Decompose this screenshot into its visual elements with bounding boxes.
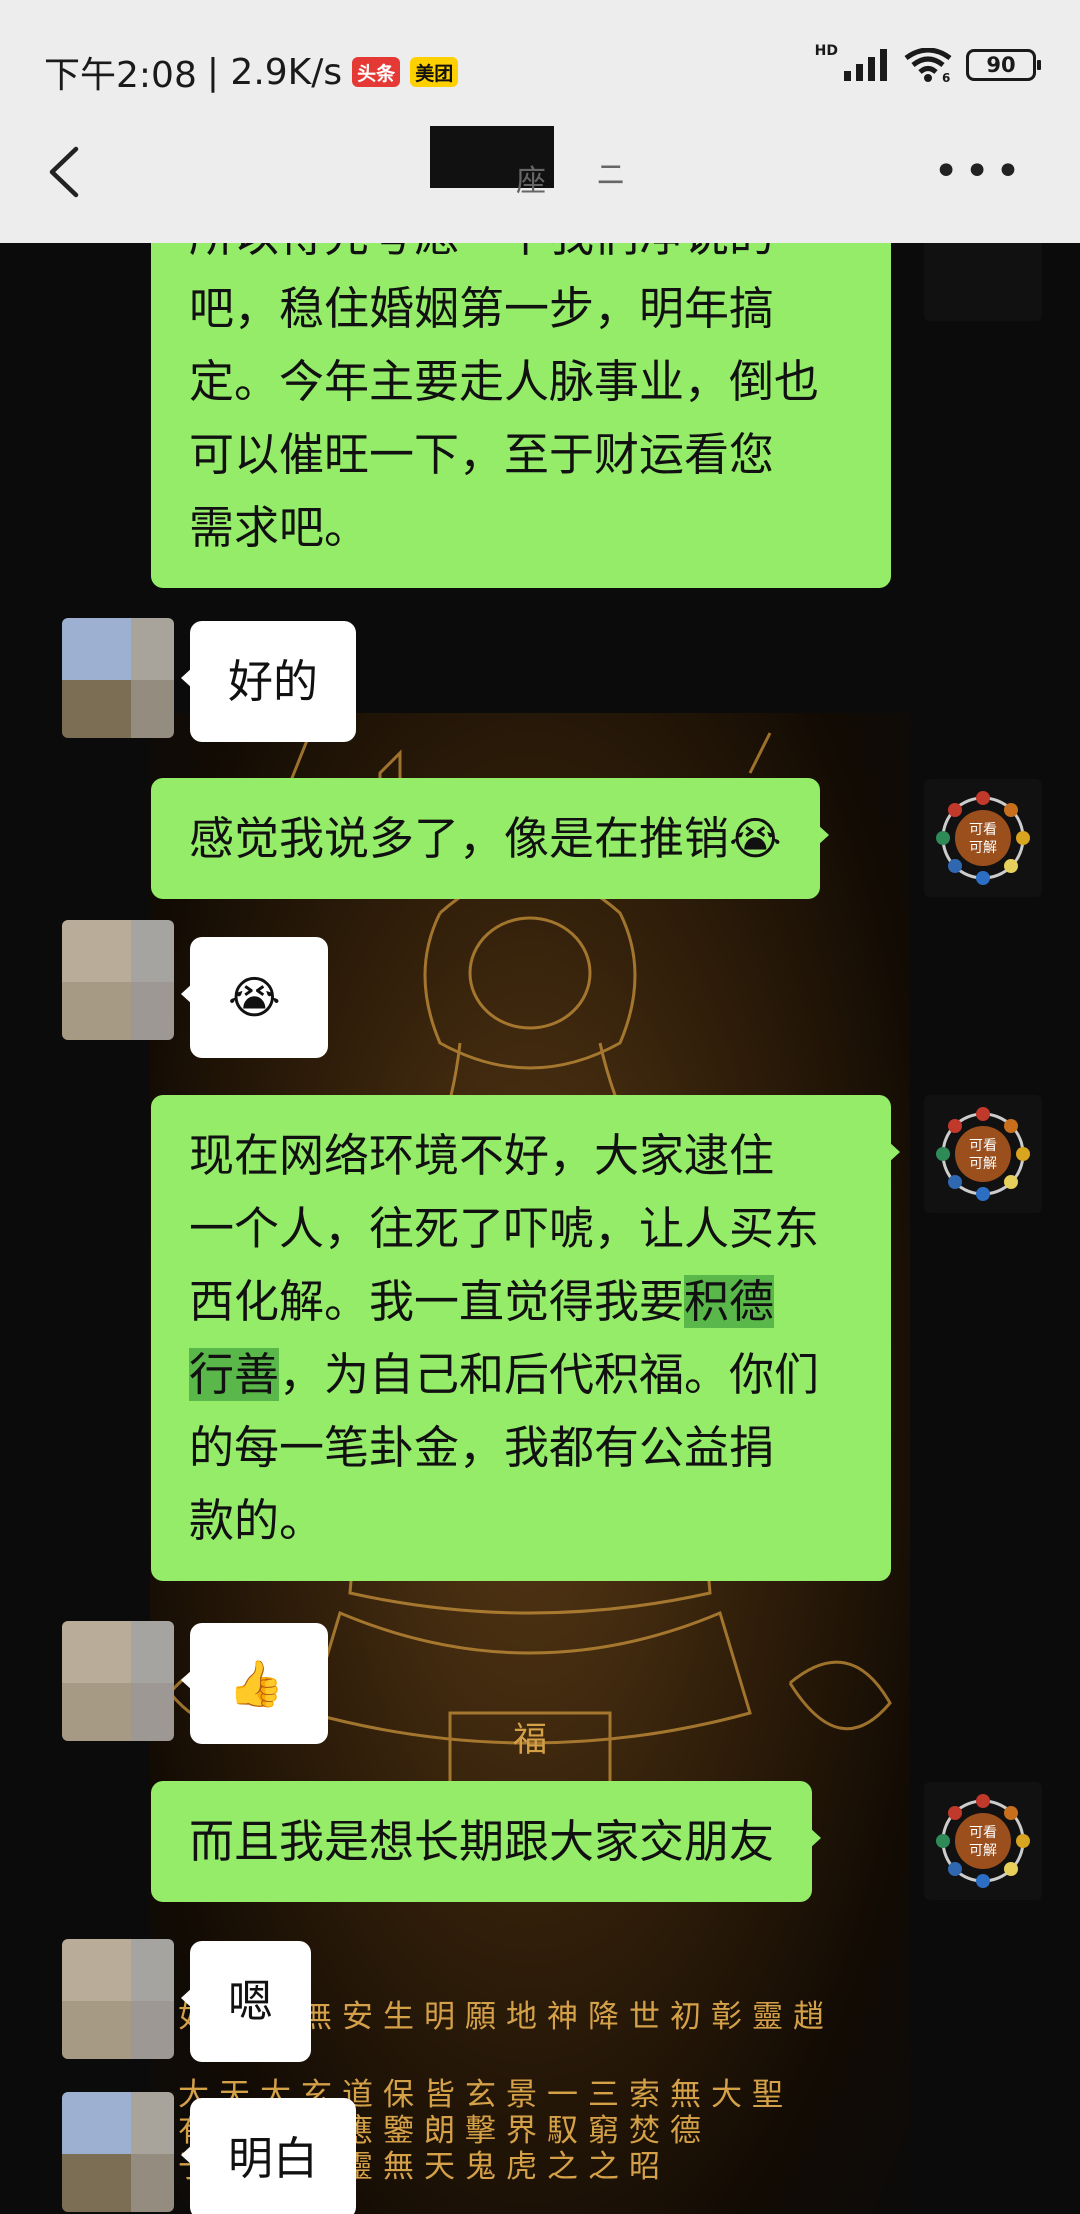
toutiao-notification-icon: 头条 [352, 57, 401, 87]
back-arrow-icon[interactable] [46, 146, 80, 198]
contact-avatar[interactable] [62, 1621, 174, 1741]
meituan-notification-icon: 美团 [410, 57, 459, 87]
title-fragment: 座 [516, 164, 546, 199]
poster-side-text: 福 [513, 1720, 547, 1760]
status-right: HD 6 90 [815, 43, 1041, 82]
wifi-sub-label: 6 [942, 71, 950, 82]
message-line: 需求吧。 [189, 501, 370, 554]
hd-label: HD [814, 43, 838, 59]
contact-avatar[interactable] [62, 920, 174, 1040]
svg-text:可看: 可看 [969, 822, 997, 838]
my-avatar[interactable]: 可看 可解 [924, 1095, 1042, 1213]
message-bubble-me[interactable]: 而且我是想长期跟大家交朋友 [151, 1781, 822, 1902]
status-time: 下午2:08 [44, 55, 197, 96]
message-bubble-other[interactable]: 好的 [180, 621, 357, 742]
contact-avatar[interactable] [62, 618, 174, 738]
more-options-icon[interactable]: ••• [933, 150, 1026, 194]
crying-laughing-emoji-icon: 😭 [228, 971, 281, 1024]
message-line: 一个人，往死了吓唬，让人买东 [189, 1202, 820, 1255]
message-line: 款的。 [189, 1494, 325, 1547]
thumbs-up-emoji-icon: 👍 [228, 1657, 285, 1710]
message-line: 行善，为自己和后代积福。你们 [189, 1348, 820, 1401]
contact-avatar[interactable] [62, 1939, 174, 2059]
contact-avatar[interactable] [62, 2092, 174, 2212]
svg-text:可看: 可看 [969, 1825, 997, 1841]
message-bubble-me[interactable]: 现在网络环境不好，大家逮住 一个人，往死了吓唬，让人买东 西化解。我一直觉得我要… [151, 1095, 900, 1581]
message-line: 西化解。我一直觉得我要积德 [189, 1275, 775, 1328]
message-text-row: 感觉我说多了，像是在推销😭 [189, 802, 782, 875]
svg-text:可看: 可看 [969, 1138, 997, 1154]
signal-icon [844, 49, 887, 81]
message-line: 所以得先考虑一下我们净说的 [189, 243, 853, 272]
message-bubble-other[interactable]: 👍 [181, 1623, 328, 1744]
chat-area[interactable]: 福 如聖水無安生明願地神降世初彰靈趙 大天大玄道保皆玄景一三索無大聖 有風法家應… [0, 243, 1080, 2214]
message-line: 定。今年主要走人脉事业，倒也 [189, 355, 820, 408]
top-bar: 下午2:08 | 2.9K/s 头条 美团 HD 6 90 座 ニ ••• [0, 0, 1080, 243]
message-text: 明白 [228, 2132, 319, 2185]
svg-text:可解: 可解 [969, 840, 997, 856]
highlighted-text: 积德 [684, 1275, 775, 1328]
svg-text:可解: 可解 [969, 1156, 997, 1172]
wifi-icon: 6 [904, 48, 952, 82]
network-speed: | 2.9K/s [206, 51, 343, 93]
highlighted-text: 行善 [189, 1348, 280, 1401]
message-line: 可以催旺一下，至于财运看您 [189, 428, 775, 481]
my-avatar[interactable] [924, 243, 1042, 321]
my-avatar[interactable]: 可看 可解 [924, 1782, 1042, 1900]
message-bubble-other[interactable]: 😭 [181, 937, 328, 1058]
crying-laughing-emoji-icon: 😭 [729, 812, 782, 865]
message-bubble-other[interactable]: 明白 [180, 2098, 357, 2214]
message-bubble-other[interactable]: 嗯 [180, 1941, 312, 2062]
message-bubble-me[interactable]: 所以得先考虑一下我们净说的 吧，稳住婚姻第一步，明年搞 定。今年主要走人脉事业，… [151, 243, 891, 588]
message-text: 感觉我说多了，像是在推销 [189, 812, 730, 865]
status-left: 下午2:08 | 2.9K/s 头条 美团 [44, 46, 459, 98]
title-fragment-2: ニ [596, 158, 626, 193]
message-text: 嗯 [228, 1975, 274, 2028]
battery-icon: 90 [966, 49, 1041, 81]
battery-level: 90 [986, 53, 1016, 77]
my-avatar[interactable]: 可看 可解 [924, 779, 1042, 897]
message-line: 现在网络环境不好，大家逮住 [189, 1129, 775, 1182]
message-line: 的每一笔卦金，我都有公益捐 [189, 1421, 775, 1474]
message-line: 吧，稳住婚姻第一步，明年搞 [189, 282, 775, 335]
message-text: 好的 [228, 655, 319, 708]
svg-text:可解: 可解 [969, 1843, 997, 1859]
message-bubble-me[interactable]: 感觉我说多了，像是在推销😭 [151, 778, 829, 899]
message-text: 而且我是想长期跟大家交朋友 [189, 1815, 775, 1868]
